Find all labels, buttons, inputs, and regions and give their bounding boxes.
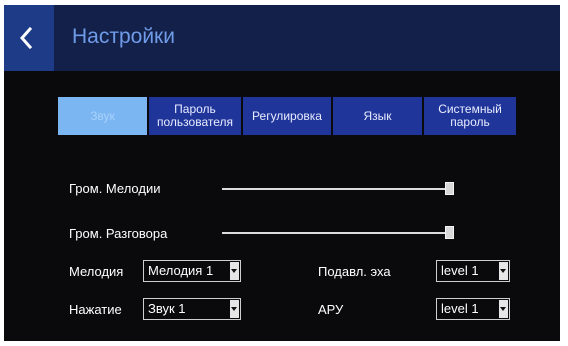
press-label: Нажатие <box>69 302 122 317</box>
melody-select[interactable]: Мелодия 1 <box>143 260 241 282</box>
echo-cancel-label: Подавл. эха <box>318 264 391 279</box>
press-select-value: Звук 1 <box>148 301 186 316</box>
dropdown-arrow-icon[interactable] <box>499 262 508 280</box>
talk-volume-label: Гром. Разговора <box>69 226 168 241</box>
melody-volume-slider-track[interactable] <box>222 188 450 190</box>
agc-select-value: level 1 <box>441 301 479 316</box>
settings-screen: Настройки Звук Пароль пользователя Регул… <box>4 5 560 341</box>
tab-adjustment[interactable]: Регулировка <box>243 97 331 135</box>
chevron-left-icon <box>19 27 33 49</box>
tab-system-password[interactable]: Системный пароль <box>424 97 516 135</box>
melody-volume-slider-thumb[interactable] <box>445 182 454 195</box>
tab-sound-label: Звук <box>90 108 115 123</box>
echo-cancel-select-value: level 1 <box>441 263 479 278</box>
agc-label: АРУ <box>318 302 344 317</box>
talk-volume-slider-thumb[interactable] <box>445 226 454 239</box>
melody-select-value: Мелодия 1 <box>148 263 214 278</box>
dropdown-arrow-icon[interactable] <box>499 300 508 318</box>
tab-system-password-label: Системный пароль <box>438 102 502 129</box>
dropdown-arrow-icon[interactable] <box>230 300 239 318</box>
melody-label: Мелодия <box>69 264 124 279</box>
tab-adjustment-label: Регулировка <box>252 108 322 123</box>
header-bar: Настройки <box>4 5 560 71</box>
talk-volume-slider-track[interactable] <box>222 232 450 234</box>
echo-cancel-select[interactable]: level 1 <box>436 260 510 282</box>
tab-sound[interactable]: Звук <box>58 97 147 135</box>
back-button[interactable] <box>4 5 54 71</box>
tab-user-password-label: Пароль пользователя <box>157 102 233 129</box>
tab-user-password[interactable]: Пароль пользователя <box>149 97 241 135</box>
tab-language-label: Язык <box>363 108 392 123</box>
tab-language[interactable]: Язык <box>333 97 422 135</box>
dropdown-arrow-icon[interactable] <box>230 262 239 280</box>
melody-volume-label: Гром. Мелодии <box>69 181 161 196</box>
page-title: Настройки <box>72 25 175 48</box>
press-select[interactable]: Звук 1 <box>143 298 241 320</box>
agc-select[interactable]: level 1 <box>436 298 510 320</box>
